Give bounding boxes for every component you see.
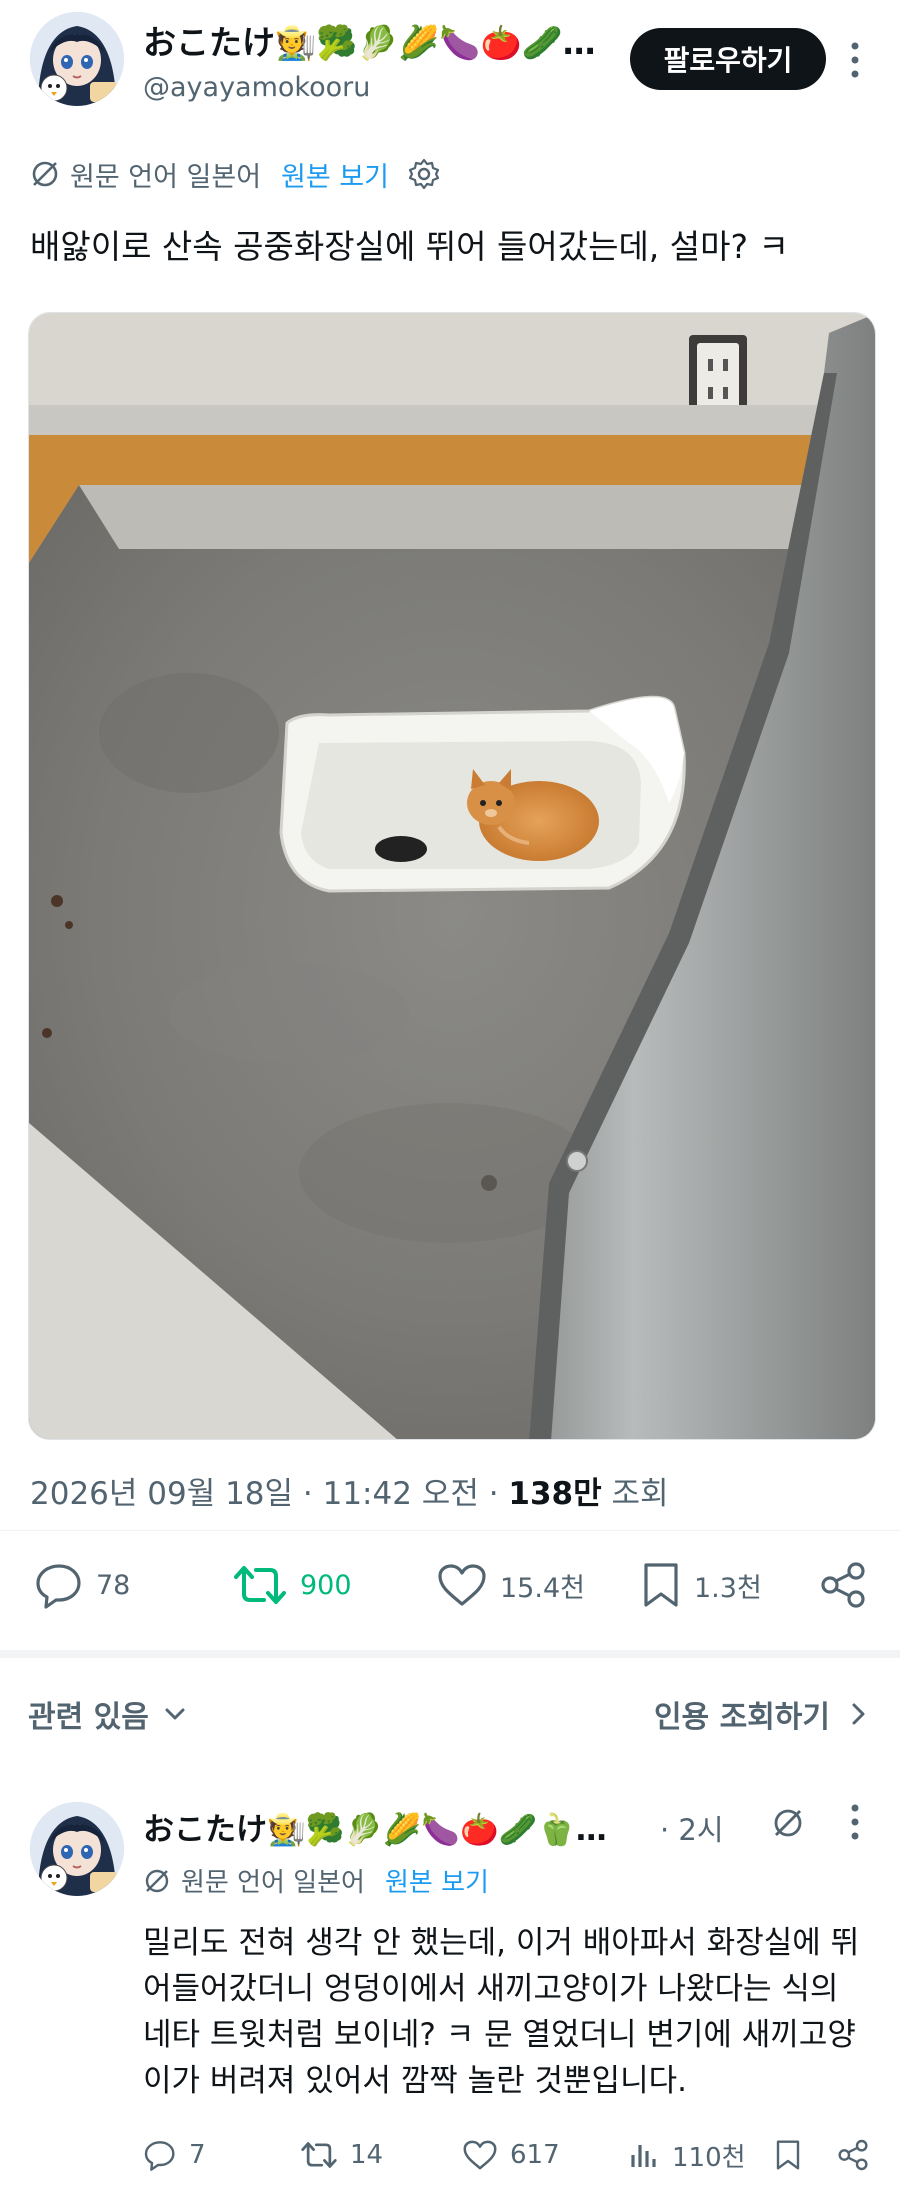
share-icon (838, 2139, 868, 2171)
bookmark-button[interactable] (774, 2130, 814, 2180)
reply-text: 밀리도 전혀 생각 안 했는데, 이거 배아파서 화장실에 뛰어들어갔더니 엉덩… (143, 1925, 860, 2099)
repost-button[interactable]: 14 (300, 2130, 383, 2180)
tweet-text: 배앓이로 산속 공중화장실에 뛰어 들어갔는데, 설마? ㅋ (30, 227, 789, 266)
translate-icon (145, 1869, 169, 1892)
like-button[interactable]: 15.4천 (436, 1560, 585, 1610)
view-quotes-link[interactable]: 인용 조회하기 (654, 1692, 872, 1736)
more-options-icon[interactable] (845, 1800, 865, 1844)
gear-icon[interactable] (407, 157, 441, 191)
bookmark-icon (776, 2140, 800, 2170)
reply-count: 7 (189, 2140, 206, 2170)
analytics-icon (631, 2145, 656, 2167)
bookmark-count: 1.3천 (694, 1572, 762, 1604)
repost-count: 900 (300, 1569, 352, 1601)
toilet-kitten-photo (29, 313, 875, 1439)
section-divider (0, 1650, 900, 1658)
reply-button[interactable]: 7 (143, 2130, 206, 2180)
related-row: 관련 있음 인용 조회하기 (0, 1680, 900, 1750)
views-count: 110천 (672, 2142, 746, 2173)
avatar[interactable] (30, 12, 124, 106)
reply-action-bar: 7 14 617 110천 (0, 2130, 900, 2180)
share-icon (821, 1562, 865, 1608)
show-original-link[interactable]: 원본 보기 (281, 155, 389, 194)
like-button[interactable]: 617 (462, 2130, 560, 2180)
post-header: おこたけ🧑‍🌾🥦🥬🌽🍆🍅🥒… @ayayamokooru 팔로우하기 (0, 0, 900, 130)
chevron-down-icon (165, 1708, 185, 1720)
divider (0, 1530, 900, 1531)
like-count: 15.4천 (500, 1572, 585, 1604)
heart-icon (438, 1564, 486, 1606)
translation-notice: 원문 언어 일본어 원본 보기 (30, 152, 441, 196)
related-sort-dropdown[interactable]: 관련 있음 (28, 1692, 189, 1736)
bookmark-button[interactable]: 1.3천 (640, 1560, 762, 1610)
repost-count: 14 (350, 2140, 384, 2170)
translation-notice: 원문 언어 일본어 원본 보기 (143, 1862, 489, 1899)
reply-display-name[interactable]: おこたけ🧑‍🌾🥦🥬🌽🍆🍅🥒🫑… (143, 1804, 607, 1849)
tweet-photo[interactable] (28, 312, 876, 1440)
related-label: 관련 있음 (28, 1700, 149, 1735)
tweet-meta: 2026년 09월 18일 · 11:42 오전 · 138만 조회 (30, 1468, 669, 1513)
reply-button[interactable]: 78 (34, 1560, 130, 1610)
translated-from-label: 원문 언어 일본어 (181, 1868, 365, 1898)
reply-tweet[interactable]: おこたけ🧑‍🌾🥦🥬🌽🍆🍅🥒🫑… · 2시 원문 언어 일본어 원본 보기 밀리도… (0, 1790, 900, 2190)
user-handle[interactable]: @ayayamokooru (143, 72, 370, 103)
views-label: 조회 (601, 1476, 669, 1512)
reply-icon (36, 1564, 81, 1609)
more-options-icon[interactable] (845, 38, 865, 82)
repost-icon (234, 1566, 286, 1604)
view-count: 138만 (508, 1476, 602, 1512)
display-name[interactable]: おこたけ🧑‍🌾🥦🥬🌽🍆🍅🥒… (143, 16, 596, 64)
translated-from-label: 원문 언어 일본어 (70, 161, 262, 193)
translate-icon[interactable] (770, 1805, 806, 1841)
reply-count: 78 (96, 1569, 131, 1601)
like-count: 617 (510, 2140, 560, 2170)
heart-icon (463, 2140, 497, 2170)
reply-icon (144, 2141, 175, 2171)
post-date[interactable]: 2026년 09월 18일 · 11:42 오전 · (30, 1476, 508, 1512)
follow-button[interactable]: 팔로우하기 (630, 28, 826, 90)
share-button[interactable] (836, 2130, 882, 2180)
view-quotes-label: 인용 조회하기 (653, 1700, 830, 1735)
action-bar: 78 900 15.4천 1.3천 (0, 1550, 900, 1620)
share-button[interactable] (818, 1560, 880, 1610)
avatar[interactable] (30, 1802, 124, 1896)
bookmark-icon (644, 1563, 678, 1607)
reply-time[interactable]: · 2시 (660, 1807, 724, 1849)
chevron-right-icon (852, 1703, 865, 1725)
repost-icon (301, 2142, 337, 2168)
translate-icon (32, 161, 58, 187)
repost-button[interactable]: 900 (232, 1560, 352, 1610)
show-original-link[interactable]: 원본 보기 (385, 1862, 489, 1899)
views-button[interactable]: 110천 (628, 2130, 746, 2180)
